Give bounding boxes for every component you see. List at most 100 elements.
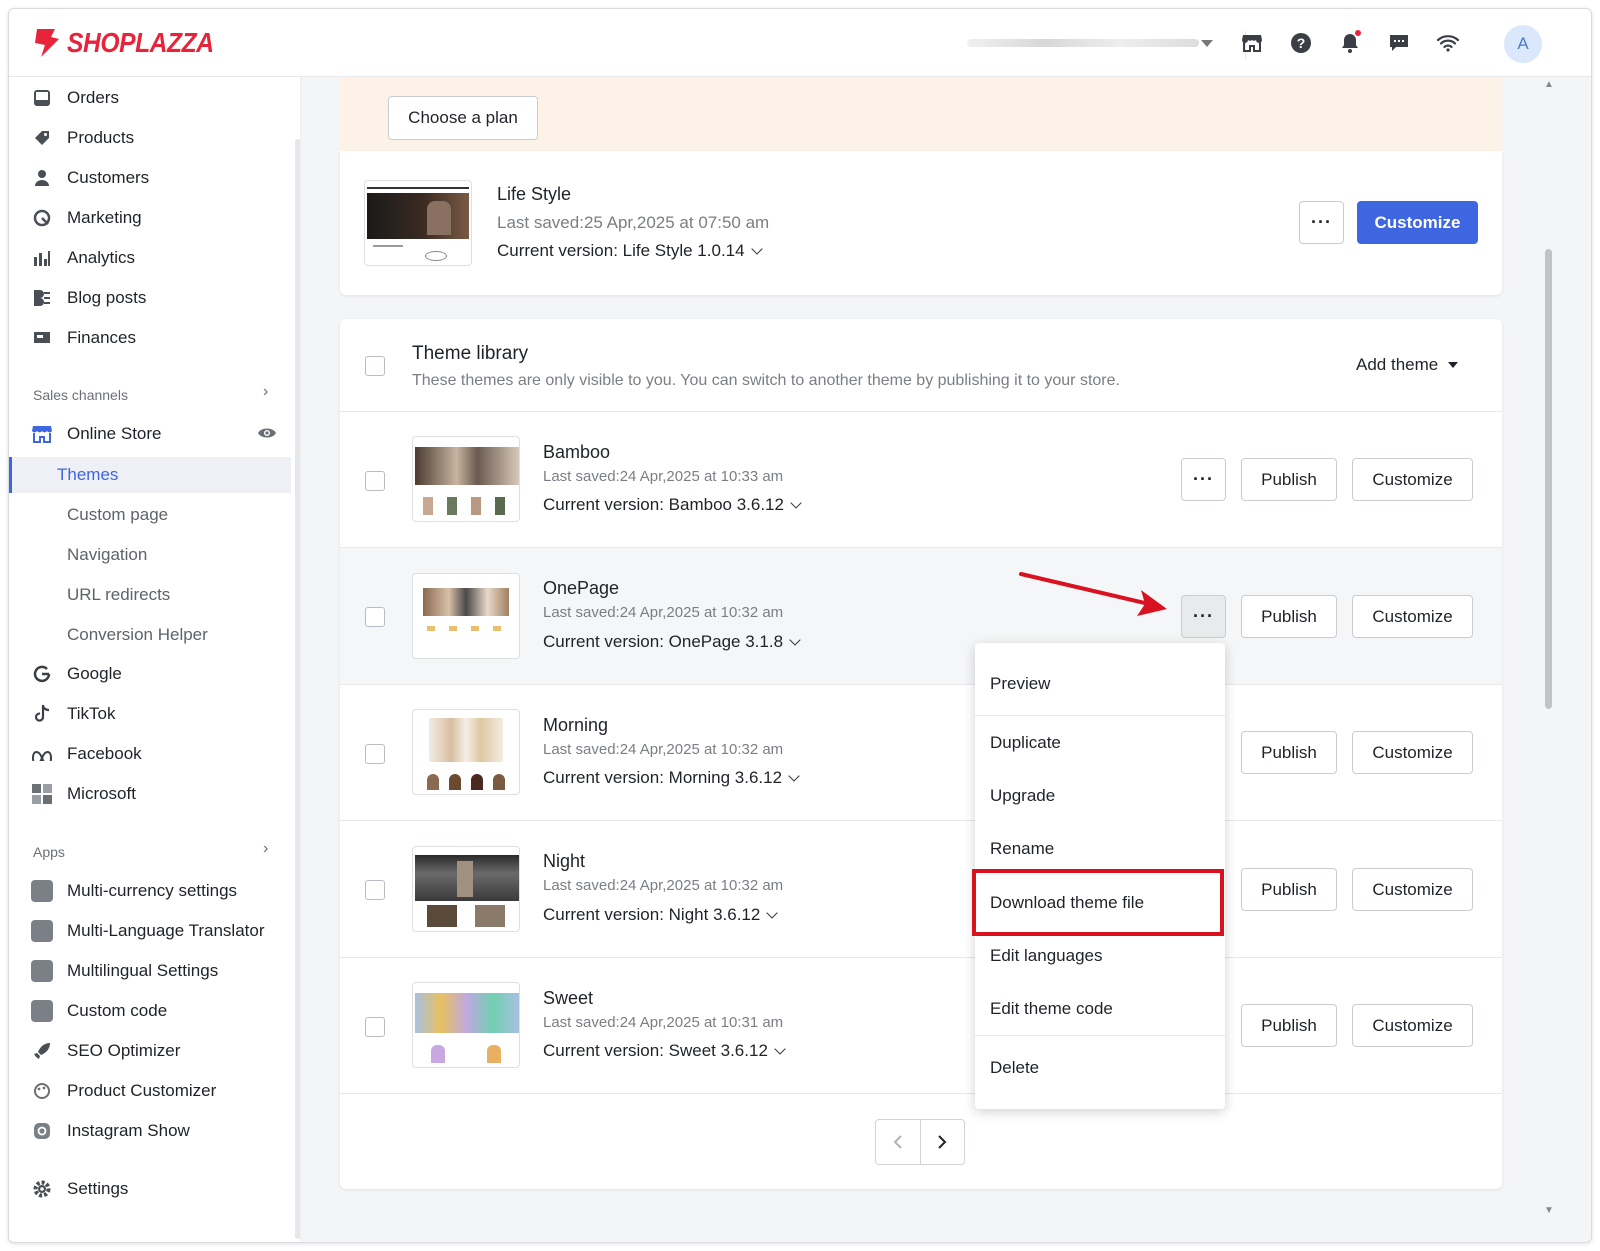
publish-button[interactable]: Publish <box>1241 458 1337 501</box>
sidebar-app-multi-language-translator[interactable]: Multi-Language Translator <box>25 913 295 949</box>
publish-button[interactable]: Publish <box>1241 595 1337 638</box>
customize-button[interactable]: Customize <box>1352 868 1473 911</box>
sidebar-scrollbar[interactable] <box>295 139 300 1239</box>
menu-item-duplicate[interactable]: Duplicate <box>975 723 1225 763</box>
more-actions-button[interactable]: ··· <box>1299 201 1344 244</box>
app-icon <box>31 920 53 942</box>
theme-checkbox[interactable] <box>365 880 385 900</box>
publish-button[interactable]: Publish <box>1241 1004 1337 1047</box>
sidebar-item-label: Product Customizer <box>67 1081 217 1100</box>
scroll-up-arrow[interactable]: ▲ <box>1544 79 1554 90</box>
theme-saved: Last saved:24 Apr,2025 at 10:31 am <box>543 1014 784 1031</box>
menu-item-rename[interactable]: Rename <box>975 829 1225 869</box>
orders-icon <box>31 87 53 109</box>
sidebar-subitem-navigation[interactable]: Navigation <box>19 537 291 573</box>
theme-version[interactable]: Current version: Bamboo 3.6.12 <box>543 495 802 515</box>
theme-version[interactable]: Current version: Night 3.6.12 <box>543 905 779 925</box>
sidebar-app-seo-optimizer[interactable]: SEO Optimizer <box>25 1033 295 1069</box>
sidebar-item-tiktok[interactable]: TikTok <box>25 696 295 732</box>
theme-version[interactable]: Current version: OnePage 3.1.8 <box>543 632 801 652</box>
more-actions-button[interactable]: ··· <box>1181 458 1226 501</box>
bar-chart-icon <box>31 247 53 269</box>
wifi-icon[interactable] <box>1434 29 1462 57</box>
prev-page-button[interactable] <box>876 1120 921 1164</box>
sidebar-subitem-custom-page[interactable]: Custom page <box>19 497 291 533</box>
night-thumbnail <box>412 846 520 932</box>
chevron-down-icon <box>774 1043 786 1055</box>
section-title-sales-channels: Sales channels <box>33 387 128 403</box>
menu-divider <box>975 715 1225 716</box>
theme-checkbox[interactable] <box>365 607 385 627</box>
customize-button[interactable]: Customize <box>1352 731 1473 774</box>
help-icon[interactable]: ? <box>1287 29 1315 57</box>
add-theme-button[interactable]: Add theme <box>1356 355 1459 375</box>
sidebar-subitem-conversion-helper[interactable]: Conversion Helper <box>19 617 291 653</box>
more-actions-button-active[interactable]: ··· <box>1181 595 1226 638</box>
sidebar-subitem-themes[interactable]: Themes <box>9 457 291 493</box>
app-window: SHOPLAZZA ? A Orders Products Customers … <box>8 8 1592 1243</box>
sidebar-item-microsoft[interactable]: Microsoft <box>25 776 295 812</box>
sidebar-item-products[interactable]: Products <box>25 120 295 156</box>
customize-current-button[interactable]: Customize <box>1357 201 1478 244</box>
chevron-down-icon <box>766 907 779 919</box>
sidebar-item-label: Products <box>67 128 135 147</box>
menu-item-delete[interactable]: Delete <box>975 1048 1225 1088</box>
store-icon[interactable] <box>1238 29 1266 57</box>
version-text: Current version: Morning 3.6.12 <box>543 768 783 787</box>
sidebar-item-online-store[interactable]: Online Store <box>25 416 295 452</box>
app-icon <box>31 960 53 982</box>
menu-item-preview[interactable]: Preview <box>975 664 1225 704</box>
brand-logo[interactable]: SHOPLAZZA <box>31 27 234 59</box>
publish-button[interactable]: Publish <box>1241 868 1337 911</box>
customize-button[interactable]: Customize <box>1352 1004 1473 1047</box>
sidebar-item-label: TikTok <box>67 704 116 723</box>
scroll-down-arrow[interactable]: ▼ <box>1544 1205 1554 1216</box>
customize-button[interactable]: Customize <box>1352 458 1473 501</box>
sidebar-item-blog-posts[interactable]: Blog posts <box>25 280 295 316</box>
sidebar-item-label: Orders <box>67 88 119 107</box>
theme-checkbox[interactable] <box>365 1017 385 1037</box>
sidebar-item-finances[interactable]: Finances <box>25 320 295 356</box>
sidebar-app-product-customizer[interactable]: Product Customizer <box>25 1073 295 1109</box>
theme-checkbox[interactable] <box>365 471 385 491</box>
sidebar-subitem-url-redirects[interactable]: URL redirects <box>19 577 291 613</box>
main-scrollbar[interactable] <box>1545 249 1552 709</box>
sidebar-item-orders[interactable]: Orders <box>25 80 295 116</box>
sidebar-app-multilingual-settings[interactable]: Multilingual Settings <box>25 953 295 989</box>
menu-item-edit-languages[interactable]: Edit languages <box>975 936 1225 976</box>
theme-name: Morning <box>543 715 609 735</box>
sidebar-item-marketing[interactable]: Marketing <box>25 200 295 236</box>
sidebar-item-customers[interactable]: Customers <box>25 160 295 196</box>
sidebar-item-facebook[interactable]: Facebook <box>25 736 295 772</box>
select-all-checkbox[interactable] <box>365 356 385 376</box>
chevron-right-icon[interactable]: › <box>263 383 268 401</box>
sidebar-item-google[interactable]: Google <box>25 656 295 692</box>
theme-checkbox[interactable] <box>365 744 385 764</box>
theme-version[interactable]: Current version: Morning 3.6.12 <box>543 768 800 788</box>
next-page-button[interactable] <box>921 1120 965 1164</box>
bell-icon[interactable] <box>1336 29 1364 57</box>
sidebar-app-instagram-show[interactable]: Instagram Show <box>25 1113 295 1149</box>
rocket-icon <box>31 1040 53 1062</box>
store-selector[interactable] <box>967 33 1229 55</box>
menu-item-edit-theme-code[interactable]: Edit theme code <box>975 989 1225 1029</box>
eye-icon[interactable] <box>257 425 277 446</box>
theme-version[interactable]: Current version: Sweet 3.6.12 <box>543 1041 786 1061</box>
sidebar-app-multi-currency[interactable]: Multi-currency settings <box>25 873 295 909</box>
sidebar-item-label: Analytics <box>67 248 136 267</box>
chevron-right-icon[interactable]: › <box>263 840 268 858</box>
current-theme-version[interactable]: Current version: Life Style 1.0.14 <box>497 241 763 261</box>
menu-item-upgrade[interactable]: Upgrade <box>975 776 1225 816</box>
customize-button[interactable]: Customize <box>1352 595 1473 638</box>
sidebar-item-analytics[interactable]: Analytics <box>25 240 295 276</box>
sidebar-item-settings[interactable]: Settings <box>25 1171 295 1207</box>
publish-button[interactable]: Publish <box>1241 731 1337 774</box>
avatar[interactable]: A <box>1504 25 1542 63</box>
annotation-highlight-box <box>972 869 1224 936</box>
blog-icon <box>31 287 53 309</box>
choose-plan-button[interactable]: Choose a plan <box>388 96 538 140</box>
palette-icon <box>31 1080 53 1102</box>
chat-icon[interactable] <box>1385 29 1413 57</box>
google-icon <box>31 663 53 685</box>
sidebar-app-custom-code[interactable]: Custom code <box>25 993 295 1029</box>
